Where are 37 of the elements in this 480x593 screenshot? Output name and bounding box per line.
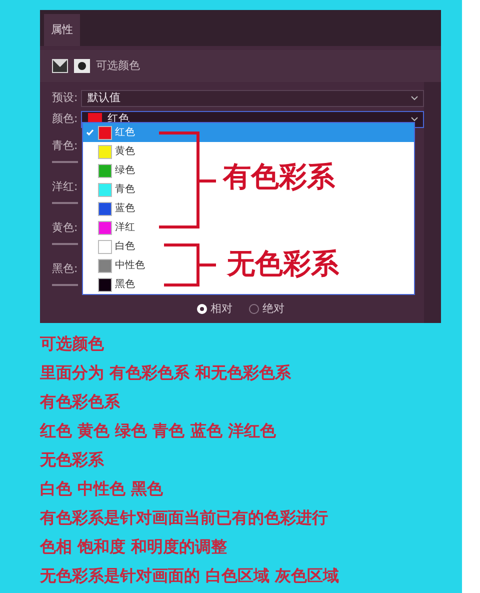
dropdown-option[interactable]: 中性色 — [83, 256, 157, 275]
panel-title: 可选颜色 — [96, 58, 140, 74]
dropdown-option[interactable]: 青色 — [83, 180, 157, 199]
note-text: 无色彩系是针对画面的 白色区域 灰色区域 — [40, 565, 340, 587]
dropdown-option[interactable]: 绿色 — [83, 161, 157, 180]
note-text: 白色 中性色 黑色 — [40, 478, 164, 500]
annotation-label: 无色彩系 — [227, 250, 339, 278]
adjustment-icon — [52, 59, 68, 73]
bracket-line — [162, 244, 218, 286]
slider-label: 青色: — [52, 138, 79, 154]
dropdown-option[interactable]: 黄色 — [83, 142, 157, 161]
slider-label: 洋红: — [52, 179, 79, 195]
field-label: 颜色: — [52, 111, 78, 128]
checkmark-icon — [86, 127, 94, 138]
annotation-label: 有色彩系 — [223, 163, 335, 191]
note-text: 有色彩系是针对画面当前已有的色彩进行 — [40, 507, 329, 529]
chevron-icon — [411, 117, 418, 122]
note-text: 红色 黄色 绿色 青色 蓝色 洋红色 — [40, 420, 277, 442]
dropdown-option[interactable]: 蓝色 — [83, 199, 157, 218]
note-text: 可选颜色 — [40, 333, 105, 355]
mask-icon — [74, 59, 90, 73]
chevron-icon — [411, 96, 418, 101]
dropdown-option[interactable]: 洋红 — [83, 218, 157, 237]
panel-tab[interactable]: 属性 — [44, 14, 80, 46]
note-text: 色相 饱和度 和明度的调整 — [40, 536, 228, 558]
preset-dropdown[interactable]: 默认值 — [80, 90, 424, 107]
dropdown-option[interactable]: 白色 — [83, 237, 157, 256]
slider-label: 黑色: — [52, 261, 79, 277]
note-text: 里面分为 有色彩色系 和无色彩色系 — [40, 362, 292, 384]
radio-option[interactable]: 绝对 — [248, 300, 284, 317]
note-text: 有色彩色系 — [40, 391, 121, 413]
note-text: 无色彩系 — [40, 449, 105, 471]
dropdown-option[interactable]: 黑色 — [83, 275, 157, 294]
slider-label: 黄色: — [52, 220, 79, 236]
field-label: 预设: — [52, 90, 78, 106]
scrollbar[interactable] — [424, 82, 441, 323]
radio-option[interactable]: 相对 — [196, 300, 232, 317]
